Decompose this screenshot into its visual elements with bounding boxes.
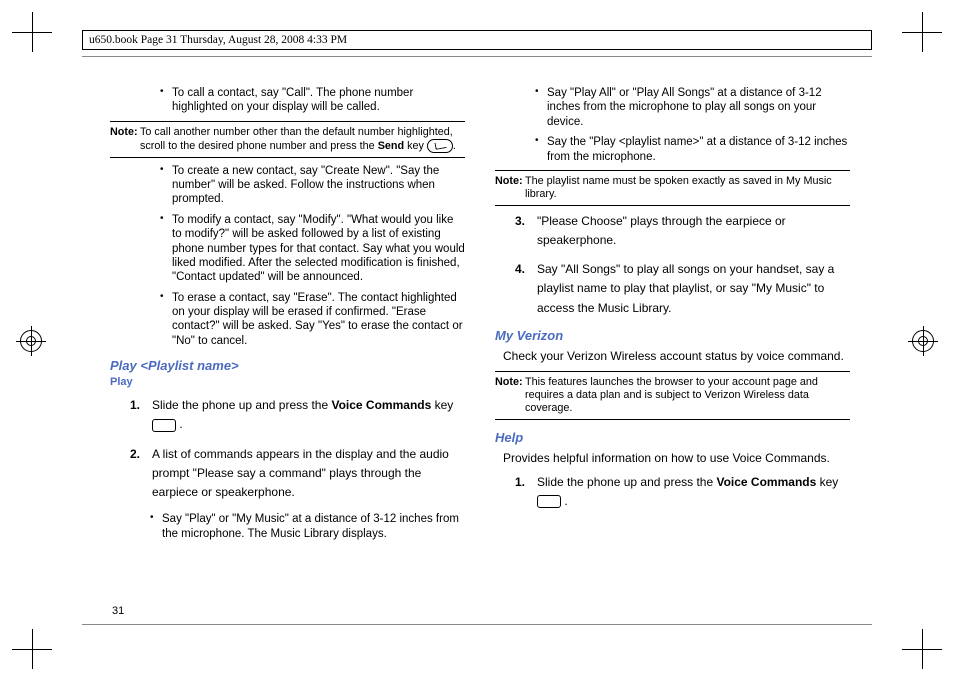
bullet-icon: • [535,135,547,164]
paragraph: Provides helpful information on how to u… [503,450,850,467]
registration-mark-icon [912,330,934,352]
bullet-icon: • [535,86,547,129]
crop-mark-icon [902,12,942,52]
note-body: The playlist name must be spoken exactly… [525,175,850,201]
send-key-icon [427,139,453,153]
bullet-text: Say "Play" or "My Music" at a distance o… [162,512,465,541]
note-body: This features launches the browser to yo… [525,376,850,415]
note-block: Note: The playlist name must be spoken e… [495,170,850,206]
list-item: • Say "Play All" or "Play All Songs" at … [535,86,850,129]
step-item: 4. Say "All Songs" to play all songs on … [515,260,850,318]
step-text: "Please Choose" plays through the earpie… [537,212,850,250]
page-header-bar: u650.book Page 31 Thursday, August 28, 2… [82,30,872,50]
step-text: Slide the phone up and press the Voice C… [152,396,465,434]
step-item: 3. "Please Choose" plays through the ear… [515,212,850,250]
page-number: 31 [112,605,124,617]
bullet-text: To create a new contact, say "Create New… [172,164,465,207]
note-label: Note: [495,175,525,201]
list-item: • To call a contact, say "Call". The pho… [160,86,465,115]
heading-help: Help [495,430,850,446]
note-block: Note: To call another number other than … [110,121,465,158]
step-item: 1. Slide the phone up and press the Voic… [130,396,465,434]
crop-mark-icon [12,12,52,52]
bullet-text: To modify a contact, say "Modify". "What… [172,213,465,285]
note-label: Note: [110,126,140,153]
note-label: Note: [495,376,525,415]
note-body: To call another number other than the de… [140,126,465,153]
step-text: Say "All Songs" to play all songs on you… [537,260,850,318]
bullet-icon: • [160,86,172,115]
list-item: • Say "Play" or "My Music" at a distance… [150,512,465,541]
column-left: • To call a contact, say "Call". The pho… [110,84,465,614]
heading-play-playlist: Play <Playlist name> [110,358,465,374]
bullet-text: To call a contact, say "Call". The phone… [172,86,465,115]
step-number: 3. [515,212,537,250]
step-item: 1. Slide the phone up and press the Voic… [515,473,850,511]
voice-commands-key-icon [152,419,176,432]
bullet-icon: • [160,164,172,207]
heading-my-verizon: My Verizon [495,328,850,344]
column-right: • Say "Play All" or "Play All Songs" at … [495,84,850,614]
bullet-icon: • [150,512,162,541]
list-item: • To erase a contact, say "Erase". The c… [160,291,465,349]
step-text: Slide the phone up and press the Voice C… [537,473,850,511]
list-item: • To modify a contact, say "Modify". "Wh… [160,213,465,285]
bullet-text: Say the "Play <playlist name>" at a dist… [547,135,850,164]
step-number: 1. [130,396,152,434]
list-item: • Say the "Play <playlist name>" at a di… [535,135,850,164]
voice-commands-key-icon [537,495,561,508]
step-number: 2. [130,445,152,503]
bullet-text: Say "Play All" or "Play All Songs" at a … [547,86,850,129]
page-content: • To call a contact, say "Call". The pho… [110,84,850,614]
paragraph: Check your Verizon Wireless account stat… [503,348,850,365]
bullet-icon: • [160,291,172,349]
bullet-text: To erase a contact, say "Erase". The con… [172,291,465,349]
bullet-icon: • [160,213,172,285]
note-block: Note: This features launches the browser… [495,371,850,420]
crop-mark-icon [902,629,942,669]
header-text: u650.book Page 31 Thursday, August 28, 2… [89,34,347,46]
step-text: A list of commands appears in the displa… [152,445,465,503]
step-number: 4. [515,260,537,318]
step-number: 1. [515,473,537,511]
step-item: 2. A list of commands appears in the dis… [130,445,465,503]
crop-mark-icon [12,629,52,669]
registration-mark-icon [20,330,42,352]
subheading-play: Play [110,376,465,390]
list-item: • To create a new contact, say "Create N… [160,164,465,207]
